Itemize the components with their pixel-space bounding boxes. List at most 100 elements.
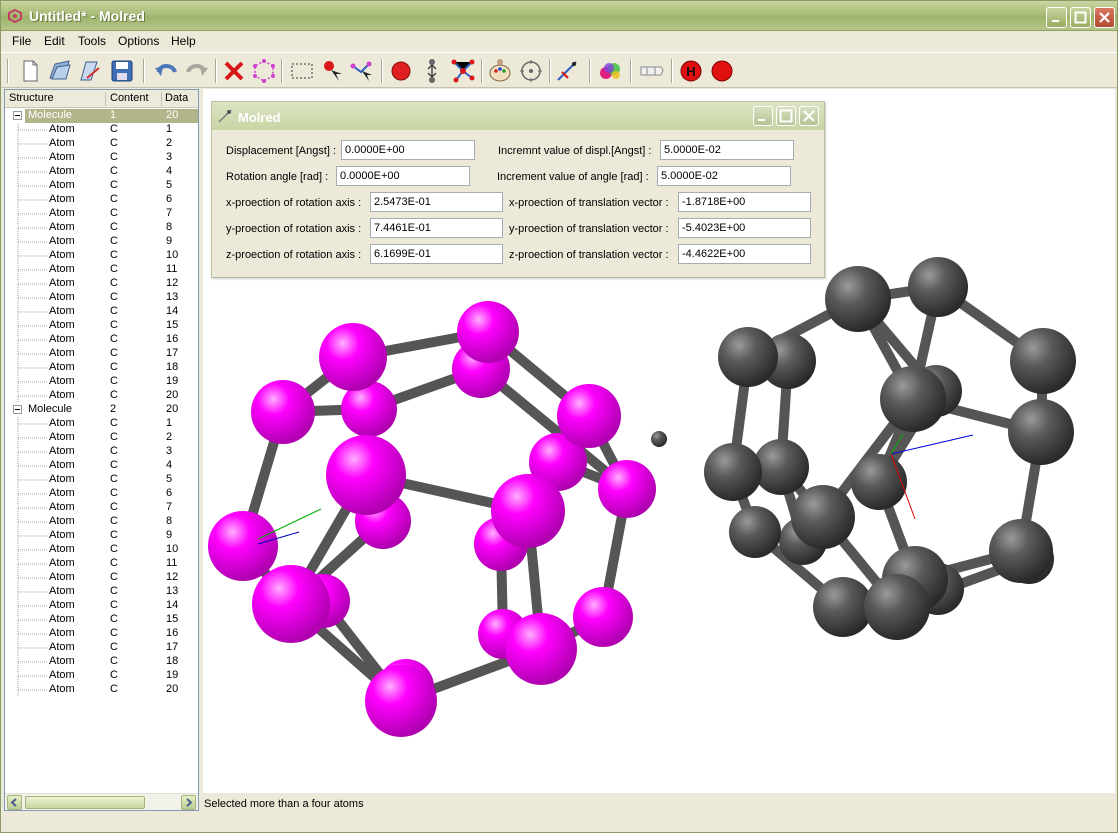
y-rot-field[interactable]: 7.4461E-01 (370, 218, 503, 238)
molecule-2-atom[interactable] (908, 257, 968, 317)
molecule-1-atom[interactable] (505, 613, 577, 685)
dialog-title-bar[interactable]: Molred (212, 102, 824, 130)
save-button[interactable] (109, 58, 135, 84)
tree-atom-row[interactable]: Atom C 2 (5, 431, 198, 445)
molecule-1-atom[interactable] (457, 301, 519, 363)
dialog-close-button[interactable] (799, 106, 819, 126)
tree-atom-row[interactable]: Atom C 11 (5, 557, 198, 571)
tree-atom-row[interactable]: Atom C 4 (5, 459, 198, 473)
open-button[interactable] (47, 58, 73, 84)
molecule-2-atom[interactable] (704, 443, 762, 501)
select-all-button[interactable] (251, 58, 277, 84)
tree-atom-row[interactable]: Atom C 15 (5, 613, 198, 627)
tree-atom-row[interactable]: Atom C 20 (5, 683, 198, 697)
bond-length-button[interactable] (639, 58, 665, 84)
tree-atom-row[interactable]: Atom C 14 (5, 305, 198, 319)
dialog-maximize-button[interactable] (776, 106, 796, 126)
delete-button[interactable] (221, 58, 247, 84)
molecule-1-atom[interactable] (251, 380, 315, 444)
tree-atom-row[interactable]: Atom C 13 (5, 291, 198, 305)
transform-dialog[interactable]: Molred Displacement [Angst] : 0.0000E+00… (211, 101, 825, 278)
molecule-button[interactable] (450, 58, 476, 84)
col-data[interactable]: Data (165, 92, 188, 104)
tree-atom-row[interactable]: Atom C 7 (5, 207, 198, 221)
hydrogen-button[interactable]: H (678, 58, 704, 84)
title-bar[interactable]: Untitled* - Molred (1, 1, 1117, 31)
molecule-1-atom[interactable] (319, 323, 387, 391)
molecule-2-atom[interactable] (864, 574, 930, 640)
tree-atom-row[interactable]: Atom C 6 (5, 193, 198, 207)
menu-file[interactable]: File (12, 34, 31, 48)
tree-atom-row[interactable]: Atom C 18 (5, 655, 198, 669)
displacement-field[interactable]: 0.0000E+00 (341, 140, 475, 160)
x-rot-field[interactable]: 2.5473E-01 (370, 192, 503, 212)
tree-molecule-row[interactable]: Molecule 2 20 (5, 403, 198, 417)
tree-atom-row[interactable]: Atom C 8 (5, 221, 198, 235)
molecule-2-atom[interactable] (851, 454, 907, 510)
collapse-icon[interactable] (13, 111, 22, 120)
tree-atom-row[interactable]: Atom C 3 (5, 445, 198, 459)
dialog-minimize-button[interactable] (753, 106, 773, 126)
tree-atom-row[interactable]: Atom C 11 (5, 263, 198, 277)
z-tr-field[interactable]: -4.4622E+00 (678, 244, 811, 264)
tree-atom-row[interactable]: Atom C 15 (5, 319, 198, 333)
molecule-1-atom[interactable] (252, 565, 330, 643)
tree-atom-row[interactable]: Atom C 9 (5, 235, 198, 249)
molecule-1-atom[interactable] (573, 587, 633, 647)
tree-atom-row[interactable]: Atom C 20 (5, 389, 198, 403)
molecule-2-atom[interactable] (718, 327, 778, 387)
molecule-2-atom[interactable] (729, 506, 781, 558)
tree-atom-row[interactable]: Atom C 8 (5, 515, 198, 529)
rect-select-button[interactable] (289, 58, 315, 84)
colors-button[interactable] (597, 58, 623, 84)
molecule-2-atom[interactable] (989, 519, 1053, 583)
open-folder-button[interactable] (77, 58, 103, 84)
tree-atom-row[interactable]: Atom C 19 (5, 375, 198, 389)
menu-help[interactable]: Help (171, 34, 196, 48)
col-content[interactable]: Content (110, 92, 149, 104)
new-file-button[interactable] (17, 58, 43, 84)
add-atom-button[interactable] (388, 58, 414, 84)
horizontal-scrollbar[interactable] (5, 793, 198, 810)
tree-atom-row[interactable]: Atom C 13 (5, 585, 198, 599)
tree-atom-row[interactable]: Atom C 17 (5, 347, 198, 361)
y-tr-field[interactable]: -5.4023E+00 (678, 218, 811, 238)
column-divider[interactable] (105, 92, 106, 106)
tree-atom-row[interactable]: Atom C 10 (5, 249, 198, 263)
pick-atom-button[interactable] (319, 58, 345, 84)
molecule-1-atoms[interactable] (208, 301, 656, 737)
tree-atom-row[interactable]: Atom C 9 (5, 529, 198, 543)
tree-atom-row[interactable]: Atom C 16 (5, 627, 198, 641)
palette-button[interactable] (487, 58, 513, 84)
tree-atom-row[interactable]: Atom C 18 (5, 361, 198, 375)
tree-atom-row[interactable]: Atom C 5 (5, 179, 198, 193)
tree-atom-row[interactable]: Atom C 4 (5, 165, 198, 179)
col-structure[interactable]: Structure (9, 92, 54, 104)
molecule-2-atom[interactable] (791, 485, 855, 549)
molecule-1-atom[interactable] (208, 511, 278, 581)
molecule-1-atom[interactable] (491, 474, 565, 548)
tree-atom-row[interactable]: Atom C 14 (5, 599, 198, 613)
tree-atom-row[interactable]: Atom C 7 (5, 501, 198, 515)
tree-molecule-row[interactable]: Molecule 1 20 (5, 109, 198, 123)
stop-button[interactable] (709, 58, 735, 84)
scroll-right-button[interactable] (181, 795, 196, 810)
tree-atom-row[interactable]: Atom C 6 (5, 487, 198, 501)
measure-button[interactable] (554, 58, 580, 84)
molecule-1-atom[interactable] (598, 460, 656, 518)
tree-atom-row[interactable]: Atom C 12 (5, 277, 198, 291)
menu-edit[interactable]: Edit (44, 34, 65, 48)
rotation-field[interactable]: 0.0000E+00 (336, 166, 470, 186)
molecule-1-atom[interactable] (557, 384, 621, 448)
tree-atom-row[interactable]: Atom C 10 (5, 543, 198, 557)
tree-atom-row[interactable]: Atom C 1 (5, 417, 198, 431)
minimize-button[interactable] (1046, 7, 1067, 28)
pick-bond-button[interactable] (349, 58, 375, 84)
scroll-thumb[interactable] (25, 796, 145, 809)
x-tr-field[interactable]: -1.8718E+00 (678, 192, 811, 212)
menu-tools[interactable]: Tools (78, 34, 106, 48)
tree-atom-row[interactable]: Atom C 2 (5, 137, 198, 151)
tree-atom-row[interactable]: Atom C 5 (5, 473, 198, 487)
molecule-2-atom[interactable] (880, 366, 946, 432)
tree-atom-row[interactable]: Atom C 19 (5, 669, 198, 683)
